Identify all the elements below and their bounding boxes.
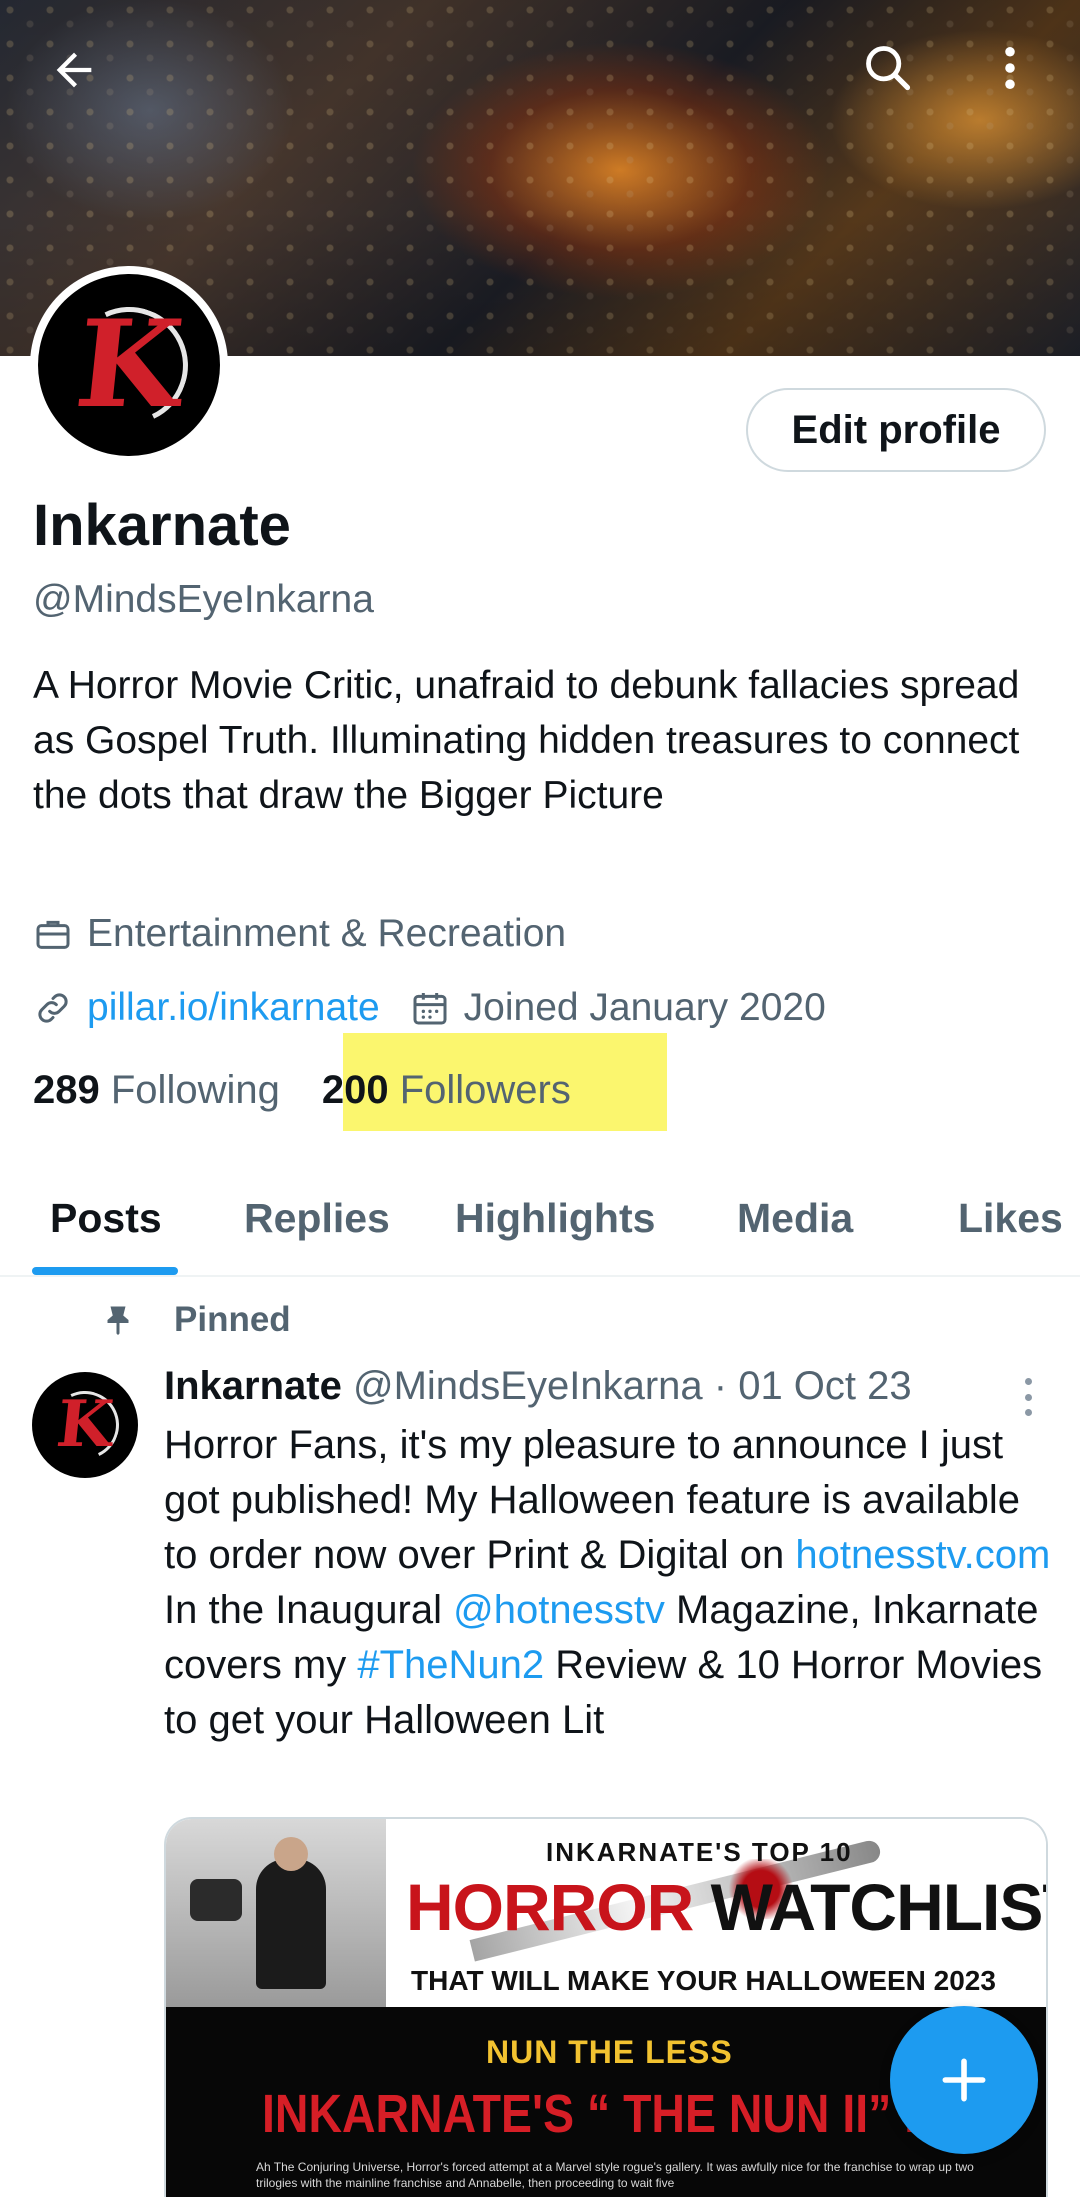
tab-likes[interactable]: Likes: [958, 1195, 1063, 1242]
post-date[interactable]: · 01 Oct 23: [714, 1364, 912, 1408]
post-hashtag-thenun2[interactable]: #TheNun2: [357, 1643, 544, 1687]
more-vertical-icon: [1005, 46, 1015, 90]
active-tab-indicator: [32, 1267, 178, 1275]
avatar-letter: K: [53, 1387, 117, 1462]
pinned-indicator: Pinned: [100, 1300, 291, 1340]
profile-tabs: Posts Replies Highlights Media Likes: [0, 1175, 1080, 1277]
post-media-image[interactable]: INKARNATE'S TOP 10 HORROR WATCHLIST THAT…: [164, 1817, 1048, 2197]
post-more-button[interactable]: [1010, 1372, 1046, 1422]
briefcase-icon: [36, 920, 70, 949]
following-stat[interactable]: 289 Following: [33, 1068, 280, 1113]
followers-count: 200: [321, 1068, 389, 1112]
dot: [1024, 1378, 1032, 1385]
followers-stat[interactable]: 200 Followers: [322, 1068, 571, 1113]
post-mention-hotnesstv[interactable]: @hotnesstv: [453, 1588, 665, 1632]
post-text: Horror Fans, it's my pleasure to announc…: [164, 1418, 1054, 1748]
compose-button[interactable]: [890, 2006, 1038, 2154]
link-icon: [38, 993, 68, 1023]
media-headline: HORROR WATCHLIST: [406, 1869, 1048, 1945]
back-arrow-icon: [56, 52, 92, 88]
search-icon: [866, 46, 911, 91]
back-button[interactable]: [38, 34, 110, 106]
profile-meta-row: pillar.io/inkarnate Joined January 2020: [33, 986, 826, 1030]
avatar-letter: K: [69, 294, 189, 435]
post-header: Inkarnate @MindsEyeInkarna · 01 Oct 23: [164, 1364, 912, 1409]
more-options-button[interactable]: [974, 32, 1046, 104]
headline-red: HORROR: [406, 1870, 694, 1944]
profile-category: Entertainment & Recreation: [33, 912, 566, 956]
follow-stats: 289 Following 200 Followers: [33, 1068, 571, 1113]
profile-handle: @MindsEyeInkarna: [33, 578, 374, 621]
tab-posts[interactable]: Posts: [50, 1195, 162, 1242]
edit-profile-button[interactable]: Edit profile: [746, 388, 1046, 472]
post-author-handle[interactable]: @MindsEyeInkarna: [353, 1364, 703, 1408]
tab-media[interactable]: Media: [737, 1195, 853, 1242]
tab-replies[interactable]: Replies: [244, 1195, 390, 1242]
profile-bio: A Horror Movie Critic, unafraid to debun…: [33, 664, 1020, 817]
media-section: NUN THE LESS: [486, 2034, 733, 2070]
joined-date: Joined January 2020: [463, 986, 826, 1029]
post-link-hotnesstv[interactable]: hotnesstv.com: [795, 1533, 1050, 1577]
dot: [1024, 1409, 1032, 1416]
media-top-line: INKARNATE'S TOP 10: [546, 1837, 853, 1867]
person-head-graphic: [274, 1837, 308, 1871]
following-count: 289: [33, 1068, 100, 1112]
post-author-name[interactable]: Inkarnate: [164, 1364, 342, 1408]
following-label: Following: [110, 1068, 280, 1112]
projector-graphic: [190, 1879, 242, 1921]
dot: [1024, 1393, 1032, 1401]
media-small-text: Ah The Conjuring Universe, Horror's forc…: [256, 2160, 974, 2190]
pin-icon: [107, 1306, 129, 1335]
media-subline: THAT WILL MAKE YOUR HALLOWEEN 2023: [411, 1965, 996, 1996]
profile-name: Inkarnate: [33, 493, 291, 558]
calendar-icon: [413, 993, 447, 1025]
post-text-part: In the Inaugural: [164, 1588, 454, 1632]
person-graphic: [256, 1859, 326, 1989]
media-review-title: INKARNATE'S “ THE NUN II” REV: [262, 2084, 1000, 2144]
search-button[interactable]: [852, 32, 924, 104]
website-link[interactable]: pillar.io/inkarnate: [87, 986, 380, 1030]
plus-icon: [942, 2058, 986, 2102]
profile-avatar[interactable]: K: [30, 266, 228, 464]
post-author-avatar[interactable]: K: [32, 1372, 138, 1478]
headline-black: WATCHLIST: [710, 1870, 1048, 1944]
followers-label: Followers: [399, 1068, 571, 1112]
tab-highlights[interactable]: Highlights: [455, 1195, 655, 1242]
pinned-label: Pinned: [174, 1300, 291, 1339]
category-label: Entertainment & Recreation: [87, 912, 567, 955]
